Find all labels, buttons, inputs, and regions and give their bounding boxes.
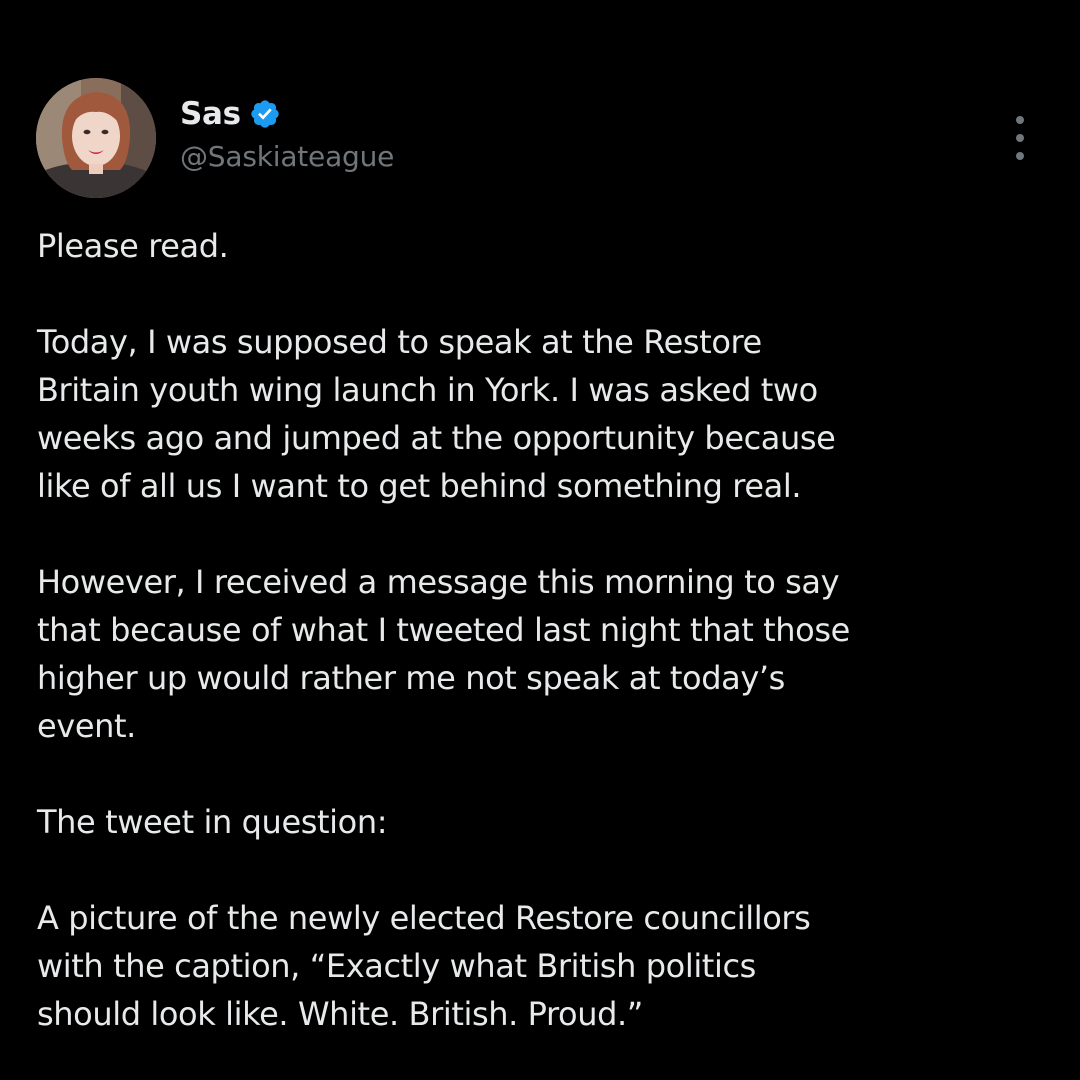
name-row: Sas — [180, 92, 394, 136]
tweet-paragraph: Today, I was supposed to speak at the Re… — [37, 323, 836, 505]
tweet-text: Please read. Today, I was supposed to sp… — [37, 222, 1047, 1038]
more-options-dot — [1016, 152, 1024, 160]
avatar-photo — [36, 78, 156, 198]
tweet-paragraph: The tweet in question: — [37, 803, 388, 841]
verified-badge-icon — [249, 98, 281, 130]
user-handle[interactable]: @Saskiateague — [180, 140, 394, 173]
tweet-paragraph: A picture of the newly elected Restore c… — [37, 899, 811, 1033]
more-options-dot — [1016, 116, 1024, 124]
display-name[interactable]: Sas — [180, 96, 241, 132]
tweet-paragraph: Please read. — [37, 227, 229, 265]
tweet-card: Sas @Saskiateague Please read. Today, I … — [0, 0, 1080, 1080]
more-options-icon[interactable] — [1000, 116, 1040, 160]
author-block: Sas @Saskiateague — [180, 92, 394, 173]
more-options-dot — [1016, 134, 1024, 142]
avatar[interactable] — [36, 78, 156, 198]
tweet-paragraph: However, I received a message this morni… — [37, 563, 850, 745]
